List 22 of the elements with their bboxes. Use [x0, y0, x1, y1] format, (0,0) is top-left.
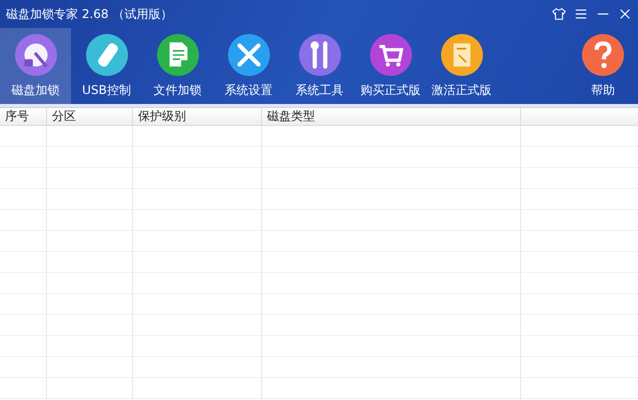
toolbar-button[interactable]: 激活正式版: [426, 28, 497, 104]
column-header[interactable]: 分区: [47, 108, 133, 125]
toolbar-button[interactable]: 文件加锁: [142, 28, 213, 104]
window-title: 磁盘加锁专家 2.68 （试用版）: [6, 6, 174, 22]
document-icon: [440, 34, 482, 76]
toolbar-button[interactable]: 系统设置: [213, 28, 284, 104]
tools-icon: [298, 34, 340, 76]
usb-drive-icon: [86, 34, 128, 76]
toolbar-button[interactable]: 帮助: [568, 28, 638, 104]
toolbar-button[interactable]: 购买正式版: [355, 28, 426, 104]
close-icon[interactable]: [618, 7, 632, 21]
column-header[interactable]: 保护级别: [133, 108, 262, 125]
toolbar-button[interactable]: 系统工具: [284, 28, 355, 104]
skin-icon[interactable]: [552, 7, 566, 21]
toolbar-button[interactable]: USB控制: [71, 28, 142, 104]
toolbar-button[interactable]: 磁盘加锁: [0, 28, 71, 104]
help-icon: [582, 34, 624, 76]
cart-icon: [370, 34, 412, 76]
column-header[interactable]: 磁盘类型: [262, 108, 521, 125]
menu-icon[interactable]: [574, 7, 588, 21]
tools-icon: [228, 34, 270, 76]
column-header[interactable]: 序号: [0, 108, 47, 125]
